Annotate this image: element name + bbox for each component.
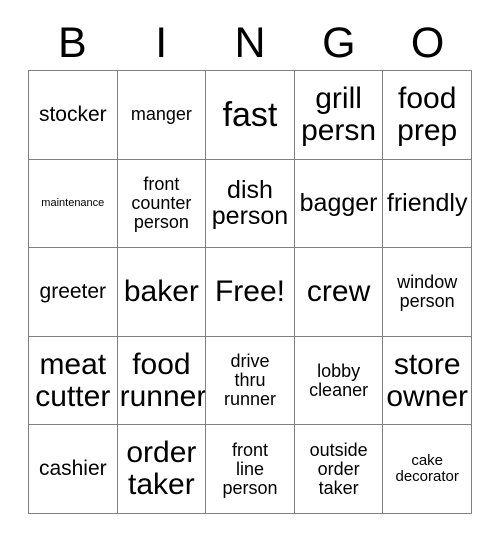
bingo-cell[interactable]: meat cutter (29, 336, 118, 426)
bingo-cell-label: lobby cleaner (309, 360, 369, 400)
bingo-cell-label: drive thru runner (223, 350, 276, 410)
bingo-cell-label: cashier (38, 457, 107, 481)
bingo-cell[interactable]: outside order taker (294, 425, 384, 514)
bingo-cell-label: greeter (39, 279, 107, 303)
bingo-cell-label: front line person (222, 439, 278, 498)
bingo-cell-label: fast (222, 95, 278, 134)
bingo-cell-label: window person (397, 271, 458, 311)
bingo-cell-label: outside order taker (309, 439, 368, 498)
bingo-cell-label: crew (306, 275, 371, 309)
bingo-cell-label: order taker (126, 436, 197, 502)
bingo-header-letter-n: N (234, 18, 266, 67)
bingo-cell-label: bagger (299, 189, 378, 218)
bingo-cell-label: grill persn (301, 82, 377, 147)
bingo-cell-label: meat cutter (35, 347, 111, 413)
bingo-cell[interactable]: order taker (117, 425, 207, 514)
bingo-cell[interactable]: maintenance (29, 159, 118, 249)
bingo-cell[interactable]: cake decorator (383, 425, 472, 514)
bingo-grid: stocker manger fast grill persn food prep mai… (28, 70, 472, 514)
bingo-cell-label: maintenance (41, 196, 105, 209)
bingo-cell[interactable]: front line person (206, 425, 295, 514)
bingo-cell[interactable]: store owner (383, 336, 472, 426)
bingo-header-letter-b: B (58, 18, 87, 67)
bingo-cell-label: front counter person (131, 173, 192, 232)
bingo-cell[interactable]: food runner (117, 336, 207, 426)
bingo-cell[interactable]: baker (117, 248, 207, 337)
bingo-cell[interactable]: manger (117, 71, 207, 160)
bingo-header-letter-i: I (155, 18, 168, 67)
bingo-free-space[interactable]: Free! (206, 248, 295, 337)
bingo-cell-label: baker (123, 275, 199, 309)
bingo-cell[interactable]: bagger (294, 159, 384, 249)
bingo-cell[interactable]: fast (206, 71, 295, 160)
bingo-card: B I N G O stocker manger fast grill persn food p… (0, 0, 500, 544)
bingo-cell-label: store owner (386, 347, 469, 413)
bingo-cell-label: Free! (214, 275, 285, 309)
bingo-cell[interactable]: drive thru runner (206, 336, 295, 426)
bingo-cell-label: food prep (397, 82, 458, 147)
bingo-cell-label: cake decorator (395, 452, 459, 486)
bingo-cell[interactable]: crew (294, 248, 384, 337)
bingo-cell-label: dish person (211, 175, 289, 231)
bingo-cell[interactable]: food prep (383, 71, 472, 160)
bingo-cell[interactable]: window person (383, 248, 472, 337)
bingo-cell[interactable]: greeter (29, 248, 118, 337)
bingo-cell[interactable]: lobby cleaner (294, 336, 384, 426)
bingo-cell-label: stocker (38, 102, 107, 126)
bingo-cell-label: food runner (119, 347, 207, 413)
bingo-cell[interactable]: grill persn (294, 71, 384, 160)
bingo-cell-label: friendly (386, 189, 468, 218)
bingo-cell-label: manger (130, 104, 192, 125)
bingo-cell[interactable]: stocker (29, 71, 118, 160)
bingo-cell[interactable]: front counter person (117, 159, 207, 249)
bingo-cell[interactable]: dish person (206, 159, 295, 249)
bingo-cell[interactable]: cashier (29, 425, 118, 514)
bingo-cell[interactable]: friendly (383, 159, 472, 249)
bingo-header-letter-o: O (410, 18, 445, 67)
bingo-header-row: BINGO (28, 16, 472, 70)
bingo-header-letter-g: G (322, 18, 356, 67)
